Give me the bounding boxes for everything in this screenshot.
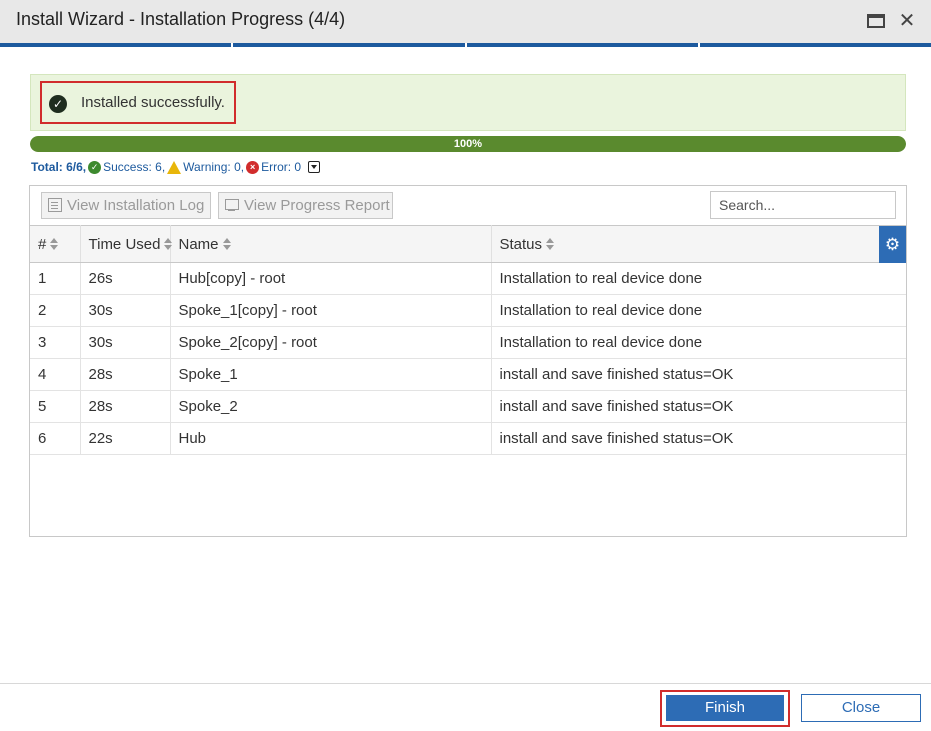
wizard-step-indicator bbox=[0, 43, 931, 47]
row-time-used: 30s bbox=[80, 294, 171, 327]
sort-icon bbox=[222, 237, 231, 250]
results-panel: View Installation Log View Progress Repo… bbox=[29, 185, 907, 537]
sort-icon bbox=[546, 237, 555, 250]
table-header-row: # Time Used Name Status ⚙ bbox=[30, 225, 906, 263]
wizard-step-2 bbox=[233, 43, 467, 47]
row-name: Hub bbox=[170, 422, 492, 455]
row-number: 3 bbox=[30, 326, 81, 359]
wizard-step-1 bbox=[0, 43, 234, 47]
status-banner: ✓ Installed successfully. bbox=[30, 74, 906, 131]
close-icon[interactable]: ✕ bbox=[897, 11, 917, 31]
table-row[interactable]: 6 22s Hub install and save finished status=… bbox=[30, 422, 906, 455]
row-time-used: 26s bbox=[80, 262, 171, 295]
row-status: install and save finished status=OK bbox=[491, 358, 906, 391]
row-time-used: 28s bbox=[80, 358, 171, 391]
column-header-name[interactable]: Name bbox=[170, 225, 492, 263]
wizard-step-3 bbox=[466, 43, 700, 47]
table-body: 1 26s Hub[copy] - root Installation to real… bbox=[30, 262, 906, 455]
progress-label: 100% bbox=[453, 138, 483, 150]
table-row[interactable]: 4 28s Spoke_1 install and save finished sta… bbox=[30, 358, 906, 391]
document-icon bbox=[48, 198, 62, 212]
view-report-label: View Progress Report bbox=[244, 197, 390, 214]
summary-dropdown-icon[interactable] bbox=[308, 161, 321, 173]
row-time-used: 28s bbox=[80, 390, 171, 423]
row-name: Hub[copy] - root bbox=[170, 262, 492, 295]
view-progress-report-button[interactable]: View Progress Report bbox=[218, 192, 393, 219]
success-icon: ✓ bbox=[88, 160, 102, 174]
row-status: install and save finished status=OK bbox=[491, 390, 906, 423]
error-icon: × bbox=[246, 160, 260, 174]
warning-icon bbox=[167, 160, 182, 174]
finish-button[interactable]: Finish bbox=[666, 695, 784, 721]
gear-icon: ⚙ bbox=[884, 235, 901, 254]
column-header-number[interactable]: # bbox=[30, 225, 81, 263]
table-row[interactable]: 2 30s Spoke_1[copy] - root Installation to … bbox=[30, 294, 906, 327]
search-input[interactable] bbox=[710, 191, 896, 219]
row-time-used: 22s bbox=[80, 422, 171, 455]
row-name: Spoke_2 bbox=[170, 390, 492, 423]
wizard-step-4 bbox=[699, 43, 931, 47]
table-row[interactable]: 1 26s Hub[copy] - root Installation to real… bbox=[30, 262, 906, 295]
row-number: 1 bbox=[30, 262, 81, 295]
summary-success: Success: 6, bbox=[103, 160, 166, 174]
row-status: Installation to real device done bbox=[491, 326, 906, 359]
row-name: Spoke_1[copy] - root bbox=[170, 294, 492, 327]
results-table: # Time Used Name Status ⚙ 1 26s Hub[copy] … bbox=[30, 225, 906, 455]
view-installation-log-button[interactable]: View Installation Log bbox=[41, 192, 211, 219]
row-status: install and save finished status=OK bbox=[491, 422, 906, 455]
row-name: Spoke_1 bbox=[170, 358, 492, 391]
row-number: 2 bbox=[30, 294, 81, 327]
row-name: Spoke_2[copy] - root bbox=[170, 326, 492, 359]
progress-bar: 100% bbox=[30, 136, 906, 152]
monitor-icon bbox=[225, 199, 239, 211]
check-circle-icon: ✓ bbox=[49, 95, 67, 113]
footer-divider bbox=[0, 683, 931, 684]
install-summary: Total: 6/6, ✓ Success: 6, Warning: 0, × … bbox=[31, 160, 321, 174]
summary-warning: Warning: 0, bbox=[183, 160, 245, 174]
close-button[interactable]: Close bbox=[801, 694, 921, 722]
view-log-label: View Installation Log bbox=[67, 197, 205, 214]
row-time-used: 30s bbox=[80, 326, 171, 359]
status-highlight: ✓ Installed successfully. bbox=[40, 81, 236, 124]
column-header-time-used[interactable]: Time Used bbox=[80, 225, 173, 263]
row-number: 5 bbox=[30, 390, 81, 423]
row-number: 6 bbox=[30, 422, 81, 455]
sort-icon bbox=[50, 237, 59, 250]
window-title: Install Wizard - Installation Progress (… bbox=[16, 9, 346, 29]
column-settings-button[interactable]: ⚙ bbox=[879, 226, 906, 263]
table-row[interactable]: 3 30s Spoke_2[copy] - root Installation to … bbox=[30, 326, 906, 359]
row-status: Installation to real device done bbox=[491, 294, 906, 327]
column-header-status[interactable]: Status ⚙ bbox=[491, 225, 906, 263]
maximize-icon[interactable] bbox=[866, 12, 886, 30]
row-status: Installation to real device done bbox=[491, 262, 906, 295]
summary-error: Error: 0 bbox=[261, 160, 302, 174]
table-row[interactable]: 5 28s Spoke_2 install and save finished sta… bbox=[30, 390, 906, 423]
status-message: Installed successfully. bbox=[81, 94, 225, 111]
summary-total: Total: 6/6, bbox=[31, 160, 87, 174]
row-number: 4 bbox=[30, 358, 81, 391]
title-bar: Install Wizard - Installation Progress (… bbox=[0, 0, 931, 43]
